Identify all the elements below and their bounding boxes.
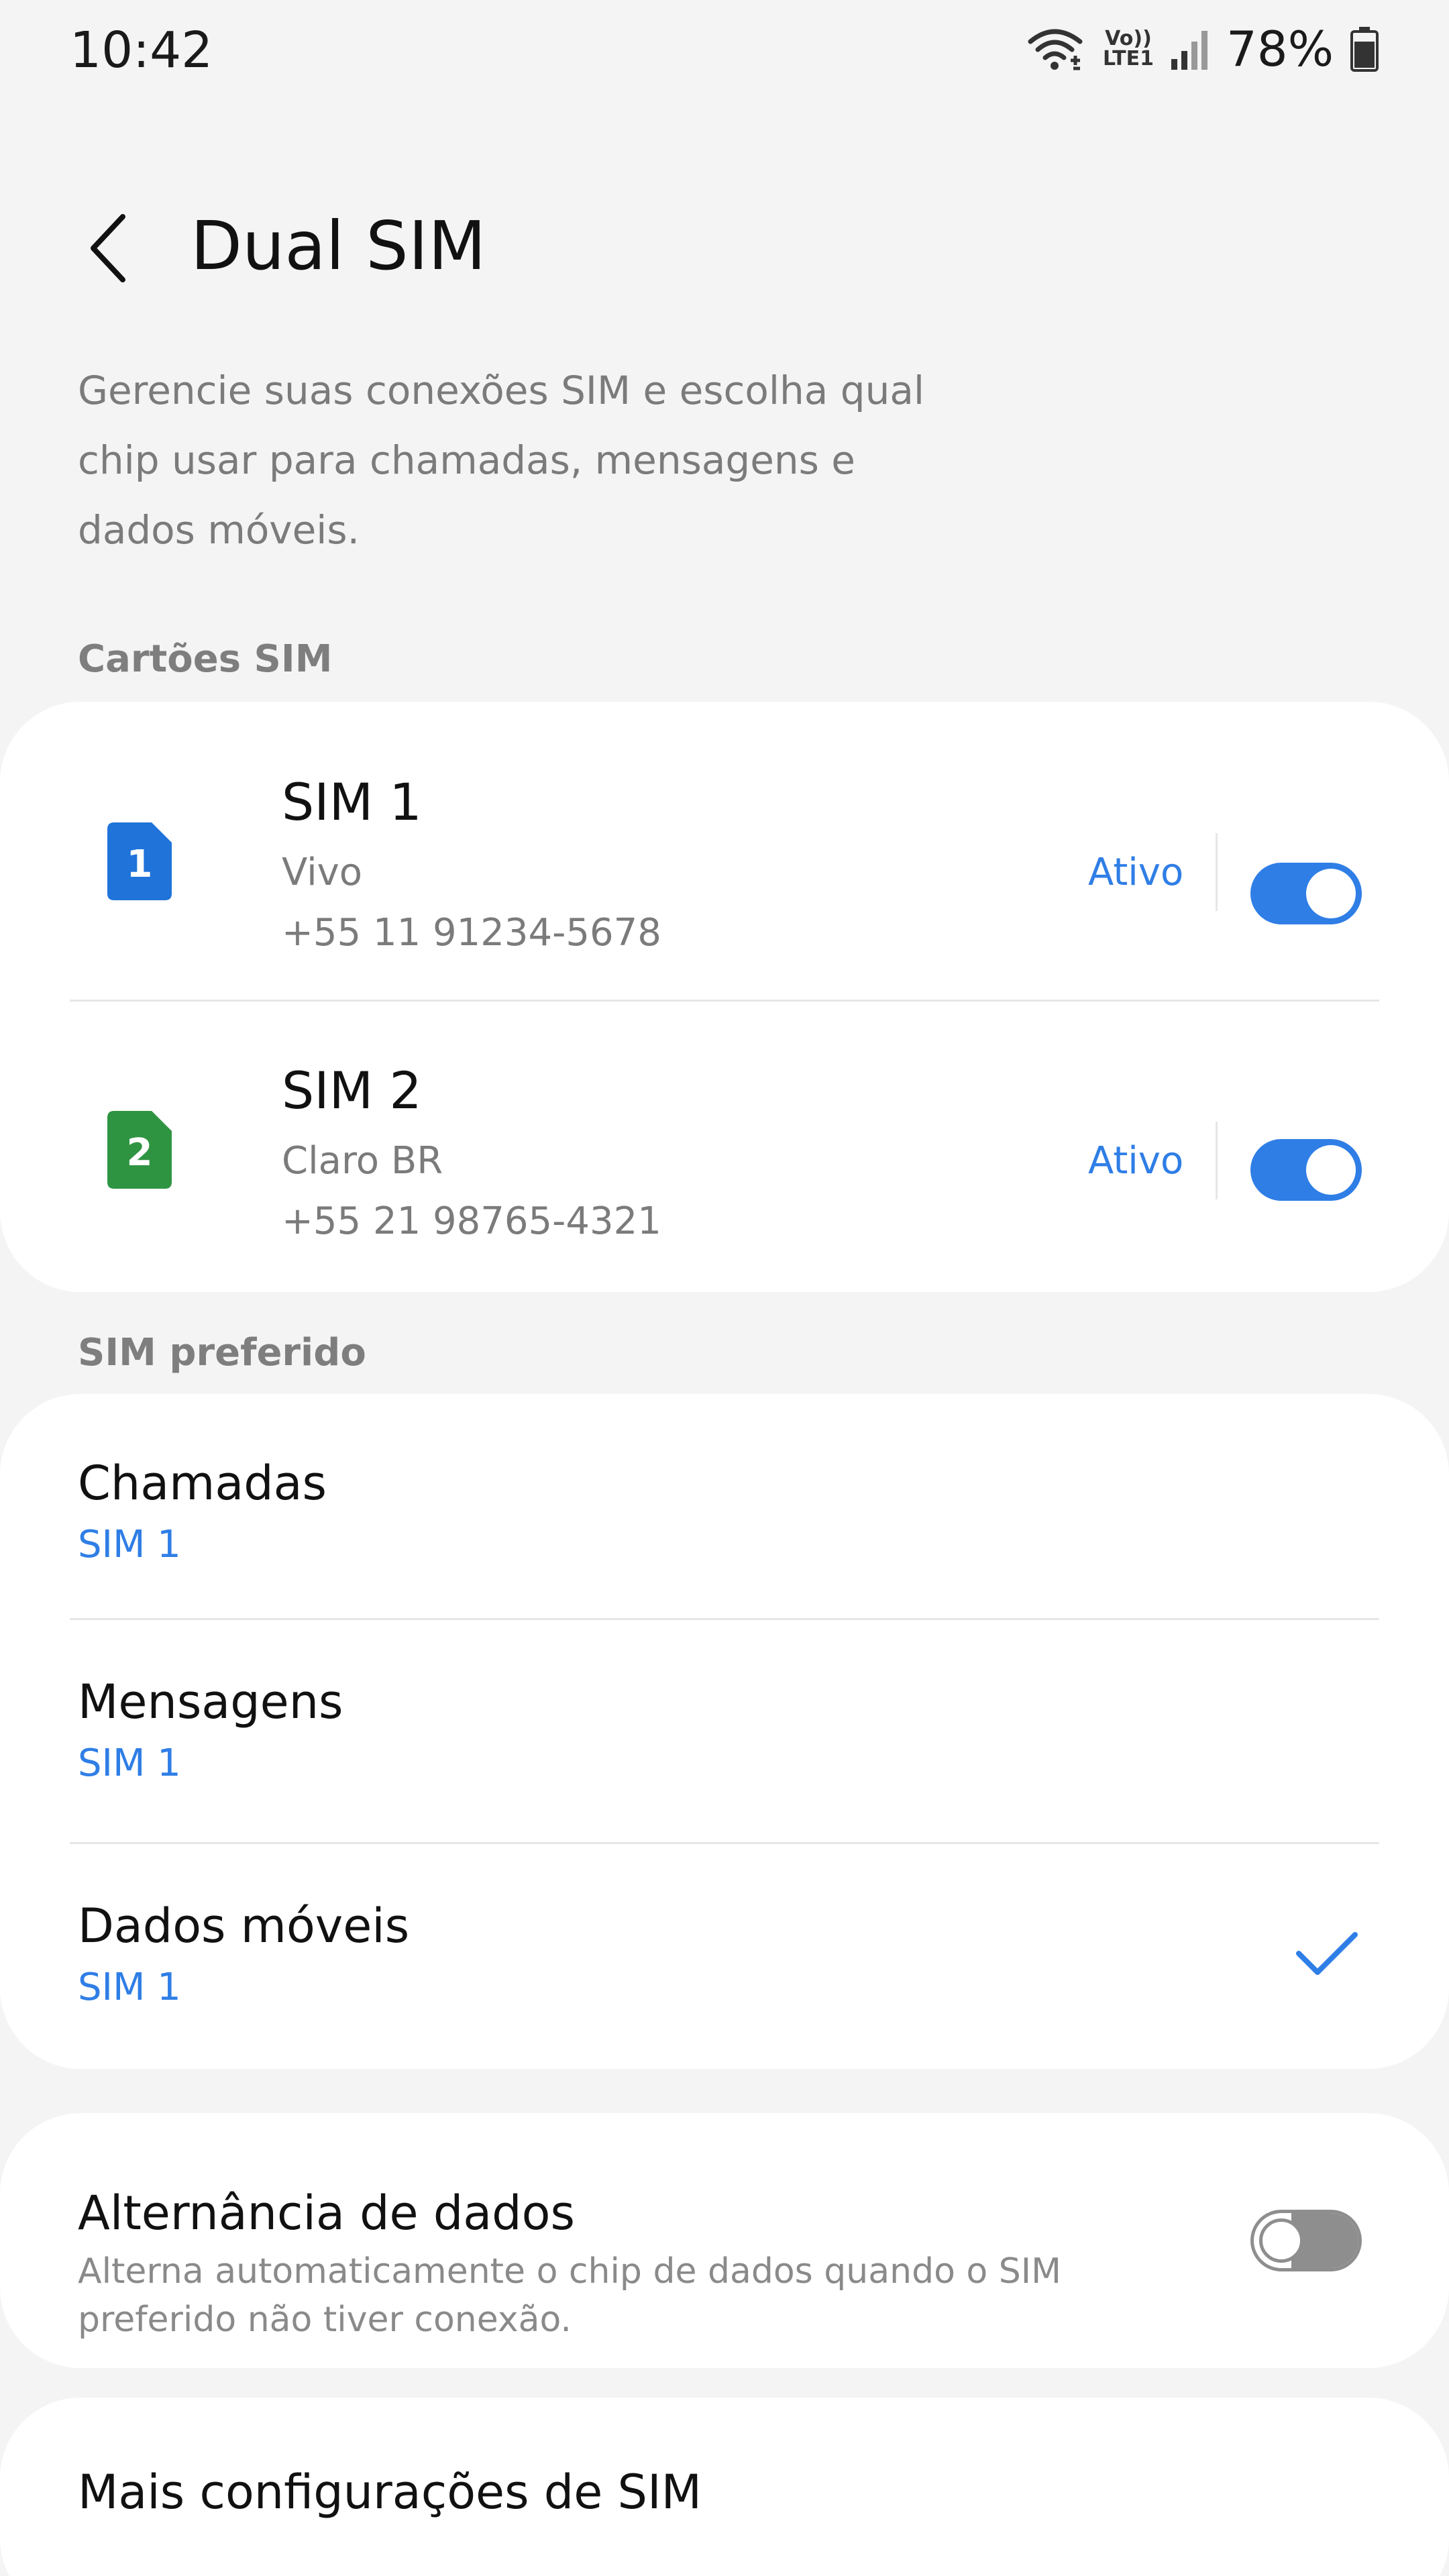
pref-title: Chamadas: [78, 1456, 327, 1511]
pref-row-mobile-data[interactable]: Dados móveis SIM 1: [0, 1843, 1449, 2069]
sim-badge-number: 1: [126, 842, 153, 886]
data-switching-toggle[interactable]: [1250, 2210, 1362, 2271]
sim-carrier: Claro BR: [282, 1139, 443, 1183]
volte-top-label: Vo)): [1105, 27, 1152, 50]
data-switching-card[interactable]: Alternância de dados Alterna automaticam…: [0, 2113, 1449, 2368]
toggle-knob: [1259, 2218, 1303, 2263]
sim-phone-number: +55 21 98765-4321: [282, 1199, 661, 1243]
pref-value: SIM 1: [78, 1966, 181, 2009]
status-icons: Vo)) LTE1 78%: [1026, 19, 1379, 79]
back-button[interactable]: [67, 201, 148, 295]
more-sim-settings-title: Mais configurações de SIM: [78, 2465, 702, 2520]
sim-name: SIM 2: [282, 1061, 422, 1120]
sim-card-icon: 1: [107, 822, 172, 900]
sim-1-toggle[interactable]: [1250, 863, 1362, 924]
preferred-sim-card: Chamadas SIM 1 Mensagens SIM 1 Dados móv…: [0, 1394, 1449, 2069]
page-description: Gerencie suas conexões SIM e escolha qua…: [78, 368, 924, 553]
sim-card-icon: 2: [107, 1111, 172, 1189]
pref-value: SIM 1: [78, 1523, 181, 1566]
volte-icon: Vo)) LTE1: [1103, 29, 1154, 69]
sim-name: SIM 1: [282, 772, 422, 832]
sim-cards-card: 1 SIM 1 Vivo +55 11 91234-5678 Ativo 2 S…: [0, 702, 1449, 1292]
volte-bottom-label: LTE1: [1102, 47, 1154, 70]
toggle-knob: [1306, 1145, 1356, 1195]
pref-title: Dados móveis: [78, 1898, 410, 1953]
sim-2-toggle[interactable]: [1250, 1139, 1362, 1201]
sim-phone-number: +55 11 91234-5678: [282, 911, 661, 955]
battery-percent: 78%: [1226, 21, 1334, 77]
sim-carrier: Vivo: [282, 851, 363, 894]
status-bar: 10:42 Vo)) LTE1 78%: [0, 0, 1449, 101]
section-label-preferred-sim: SIM preferido: [78, 1331, 366, 1375]
section-label-sim-cards: Cartões SIM: [78, 637, 333, 681]
sim-status: Ativo: [1088, 1139, 1184, 1183]
dual-sim-screen: 10:42 Vo)) LTE1 78% Dual SIM Gerencie su…: [0, 0, 1449, 2576]
back-arrow-icon: [91, 214, 125, 282]
battery-icon: [1350, 27, 1379, 72]
toggle-knob: [1306, 869, 1356, 918]
data-switching-title: Alternância de dados: [78, 2186, 575, 2241]
sim-row-1[interactable]: 1 SIM 1 Vivo +55 11 91234-5678 Ativo: [0, 702, 1449, 990]
pref-value: SIM 1: [78, 1741, 181, 1785]
pref-row-messages[interactable]: Mensagens SIM 1: [0, 1619, 1449, 1842]
vertical-divider: [1216, 1122, 1218, 1199]
wifi-icon: [1028, 29, 1083, 70]
check-icon: [1296, 1932, 1358, 1975]
vertical-divider: [1216, 833, 1218, 911]
sim-badge-number: 2: [126, 1130, 153, 1175]
pref-row-calls[interactable]: Chamadas SIM 1: [0, 1394, 1449, 1619]
page-title: Dual SIM: [191, 207, 486, 285]
sim-status: Ativo: [1088, 851, 1184, 894]
sim-row-2[interactable]: 2 SIM 2 Claro BR +55 21 98765-4321 Ativo: [0, 990, 1449, 1279]
signal-icon: [1171, 31, 1208, 70]
more-sim-settings-card[interactable]: Mais configurações de SIM: [0, 2398, 1449, 2576]
data-switching-description: Alterna automaticamente o chip de dados …: [78, 2251, 1061, 2340]
pref-title: Mensagens: [78, 1674, 343, 1729]
status-time: 10:42: [70, 21, 213, 79]
